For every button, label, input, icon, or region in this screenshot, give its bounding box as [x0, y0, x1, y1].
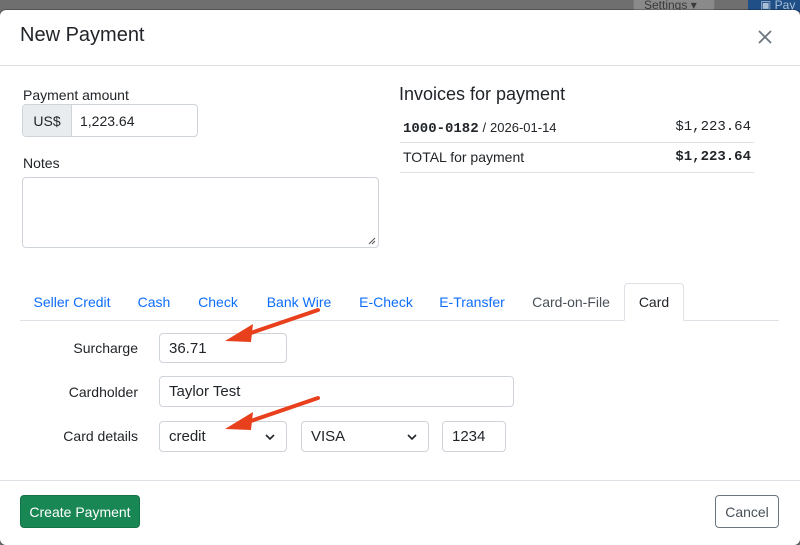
card-brand-select[interactable]: VISA [301, 421, 429, 452]
close-icon[interactable] [752, 24, 778, 50]
tab-e-check[interactable]: E-Check [346, 283, 426, 320]
currency-prefix: US$ [23, 105, 72, 136]
invoices-title: Invoices for payment [399, 84, 566, 104]
total-amount: $1,223.64 [675, 149, 751, 165]
modal-title: New Payment [20, 24, 145, 46]
tab-cash[interactable]: Cash [124, 283, 184, 320]
cardholder-input[interactable]: Taylor Test [159, 376, 514, 407]
invoice-separator: / [482, 120, 487, 135]
tab-card[interactable]: Card [624, 283, 684, 321]
payment-amount-label: Payment amount [23, 87, 129, 103]
tab-seller-credit[interactable]: Seller Credit [20, 283, 124, 320]
chevron-down-icon [407, 434, 417, 441]
card-brand-value: VISA [311, 428, 346, 445]
chevron-down-icon [265, 434, 275, 441]
modal-header: New Payment [0, 10, 800, 66]
invoice-number[interactable]: 1000-0182 [403, 121, 479, 137]
new-payment-modal: New Payment Payment amount US$ 1,223.64 … [0, 10, 800, 545]
surcharge-input[interactable]: 36.71 [159, 333, 287, 363]
invoice-amount: $1,223.64 [675, 119, 751, 135]
card-type-value: credit [169, 428, 206, 445]
tab-card-on-file[interactable]: Card-on-File [518, 283, 624, 320]
payment-amount-group: US$ 1,223.64 [22, 104, 198, 137]
notes-textarea[interactable] [22, 177, 379, 248]
tab-e-transfer[interactable]: E-Transfer [426, 283, 518, 320]
resize-grip-icon[interactable] [368, 237, 376, 245]
tab-bank-wire[interactable]: Bank Wire [252, 283, 346, 320]
create-payment-button[interactable]: Create Payment [20, 495, 140, 528]
payment-amount-input[interactable]: 1,223.64 [72, 105, 197, 136]
surcharge-label: Surcharge [73, 340, 138, 356]
cancel-button[interactable]: Cancel [715, 495, 779, 528]
notes-label: Notes [23, 155, 60, 171]
total-label: TOTAL for payment [403, 149, 525, 165]
footer-divider [0, 480, 800, 481]
tab-check[interactable]: Check [184, 283, 252, 320]
payment-method-tabs: Seller Credit Cash Check Bank Wire E-Che… [20, 283, 779, 321]
invoice-row: 1000-0182 / 2026-01-14 $1,223.64 [400, 112, 754, 143]
invoice-date: 2026-01-14 [490, 120, 557, 135]
card-type-select[interactable]: credit [159, 421, 287, 452]
card-last4-input[interactable]: 1234 [442, 421, 506, 452]
cardholder-label: Cardholder [68, 384, 138, 400]
invoice-total-row: TOTAL for payment $1,223.64 [400, 142, 754, 173]
card-details-label: Card details [63, 428, 138, 444]
